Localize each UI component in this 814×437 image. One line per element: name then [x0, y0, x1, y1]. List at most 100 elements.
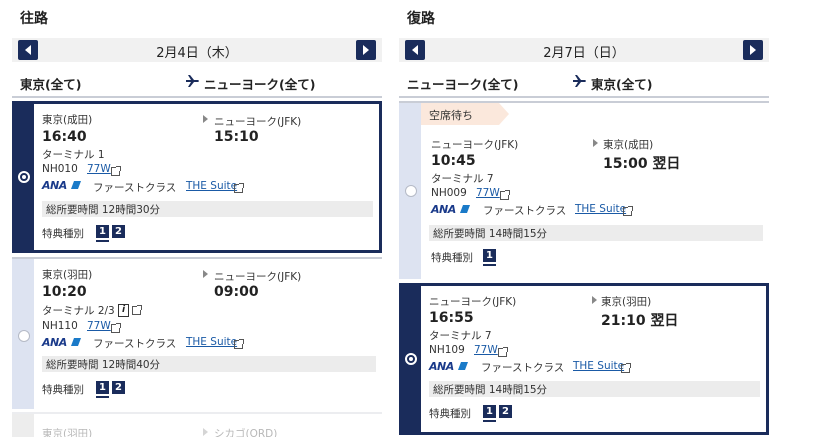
arrow-icon: [203, 115, 208, 123]
external-link-icon: [623, 206, 633, 216]
return-origin: ニューヨーク(全て): [407, 77, 519, 92]
chevron-left-icon: [412, 45, 418, 55]
flight-card-body: 東京(羽田) シカゴ(ORD): [34, 414, 382, 437]
flight-card-selected[interactable]: 東京(成田) 16:40 ニューヨーク(JFK) 15:10 ターミナル 1 N…: [12, 101, 382, 253]
arrival-airport: 東京(羽田): [601, 296, 652, 308]
info-icon[interactable]: i: [118, 304, 129, 317]
return-route: ニューヨーク(全て) 東京(全て): [399, 68, 769, 98]
external-link-icon: [234, 339, 244, 349]
waitlist-badge: 空席待ち: [421, 103, 509, 125]
award-type-label: 特典種別: [429, 408, 471, 420]
cabin-class: ファーストクラス: [93, 182, 177, 194]
external-link-icon: [111, 166, 121, 176]
flight-card-selected[interactable]: ニューヨーク(JFK) 16:55 東京(羽田) 21:10 翌日 ターミナル …: [399, 283, 769, 435]
outbound-date: 2月4日（木）: [156, 46, 238, 61]
departure-airport: 東京(羽田): [42, 269, 93, 281]
flight-card-unavailable: 東京(羽田) シカゴ(ORD): [12, 412, 382, 437]
cabin-class: ファーストクラス: [483, 205, 567, 217]
ana-logo: ANA: [42, 179, 67, 192]
external-link-icon: [498, 347, 508, 357]
departure-time: 16:55: [429, 310, 474, 326]
flight-radio-selected[interactable]: [18, 171, 30, 183]
return-title: 復路: [407, 11, 435, 27]
return-next-day-button[interactable]: [743, 40, 763, 60]
product-link[interactable]: THE Suite: [573, 360, 624, 372]
terminal: ターミナル 7: [429, 330, 492, 342]
arrival-airport: ニューヨーク(JFK): [214, 271, 302, 283]
departure-time: 10:20: [42, 284, 87, 300]
arrival-time: 15:10: [214, 129, 259, 145]
outbound-destination: ニューヨーク(全て): [204, 77, 316, 92]
cabin-class: ファーストクラス: [93, 338, 177, 350]
return-date: 2月7日（日）: [543, 46, 625, 61]
flight-card-body: ニューヨーク(JFK) 10:45 東京(成田) 15:00 翌日 ターミナル …: [421, 103, 769, 279]
chevron-left-icon: [25, 45, 31, 55]
award-type-1[interactable]: 1: [483, 405, 496, 418]
arrival-airport: シカゴ(ORD): [214, 428, 278, 437]
external-link-icon: [500, 190, 510, 200]
outbound-prev-day-button[interactable]: [18, 40, 38, 60]
aircraft-link[interactable]: 77W: [87, 320, 111, 332]
departure-time: 10:45: [431, 153, 476, 169]
departure-airport: 東京(成田): [42, 114, 93, 126]
terminal: ターミナル 7: [431, 173, 494, 185]
ana-logo: ANA: [431, 203, 456, 216]
ana-logo-stripe: [460, 205, 470, 213]
product-link[interactable]: THE Suite: [186, 180, 237, 192]
departure-airport: ニューヨーク(JFK): [431, 139, 519, 151]
arrow-icon: [203, 428, 208, 436]
terminal: ターミナル 2/3: [42, 305, 115, 317]
flight-number: NH009: [431, 187, 467, 199]
award-type-underline: [483, 420, 496, 422]
departure-airport: 東京(羽田): [42, 428, 93, 437]
outbound-origin: 東京(全て): [20, 77, 82, 92]
ana-logo: ANA: [42, 336, 67, 349]
external-link-icon[interactable]: [132, 305, 142, 315]
award-type-label: 特典種別: [431, 252, 473, 264]
flight-card-rail: [12, 414, 34, 437]
outbound-next-day-button[interactable]: [356, 40, 376, 60]
duration-bar: 総所要時間 14時間15分: [429, 225, 763, 241]
ana-logo-stripe: [458, 362, 468, 370]
chevron-right-icon: [750, 45, 756, 55]
flight-radio[interactable]: [405, 185, 417, 197]
flight-card-waitlist[interactable]: ニューヨーク(JFK) 10:45 東京(成田) 15:00 翌日 ターミナル …: [399, 101, 769, 279]
flight-radio[interactable]: [18, 330, 30, 342]
aircraft-link[interactable]: 77W: [476, 187, 500, 199]
duration-bar: 総所要時間 12時間30分: [42, 201, 373, 217]
departure-airport: ニューヨーク(JFK): [429, 296, 517, 308]
terminal: ターミナル 1: [42, 149, 105, 161]
aircraft-link[interactable]: 77W: [474, 344, 498, 356]
return-destination: 東京(全て): [591, 77, 653, 92]
flight-card[interactable]: 東京(羽田) 10:20 ニューヨーク(JFK) 09:00 ターミナル 2/3…: [12, 257, 382, 409]
flight-number: NH010: [42, 163, 78, 175]
flight-radio-selected[interactable]: [405, 353, 417, 365]
airplane-icon: [573, 75, 586, 87]
arrow-icon: [592, 296, 597, 304]
ana-logo-stripe: [71, 181, 81, 189]
award-type-underline: [96, 396, 109, 398]
duration: 総所要時間 12時間30分: [46, 204, 161, 216]
award-type-1[interactable]: 1: [96, 225, 109, 238]
award-type-2[interactable]: 2: [112, 225, 125, 238]
ana-logo: ANA: [429, 360, 454, 373]
award-type-1[interactable]: 1: [483, 249, 496, 262]
return-prev-day-button[interactable]: [405, 40, 425, 60]
return-column: 復路 2月7日（日） ニューヨーク(全て) 東京(全て) ニューヨーク(JFK)…: [399, 0, 769, 437]
award-type-1[interactable]: 1: [96, 381, 109, 394]
external-link-icon: [234, 183, 244, 193]
award-type-2[interactable]: 2: [112, 381, 125, 394]
award-type-2[interactable]: 2: [499, 405, 512, 418]
arrow-icon: [203, 270, 208, 278]
award-type-label: 特典種別: [42, 228, 84, 240]
aircraft-link[interactable]: 77W: [87, 163, 111, 175]
waitlist-label: 空席待ち: [429, 109, 473, 122]
arrival-airport: ニューヨーク(JFK): [214, 116, 302, 128]
flight-number: NH109: [429, 344, 465, 356]
product-link[interactable]: THE Suite: [575, 203, 626, 215]
product-link[interactable]: THE Suite: [186, 336, 237, 348]
ana-logo-stripe: [71, 338, 81, 346]
arrow-icon: [593, 139, 598, 147]
duration-bar: 総所要時間 12時間40分: [42, 356, 376, 372]
arrival-time: 15:00 翌日: [603, 156, 681, 172]
